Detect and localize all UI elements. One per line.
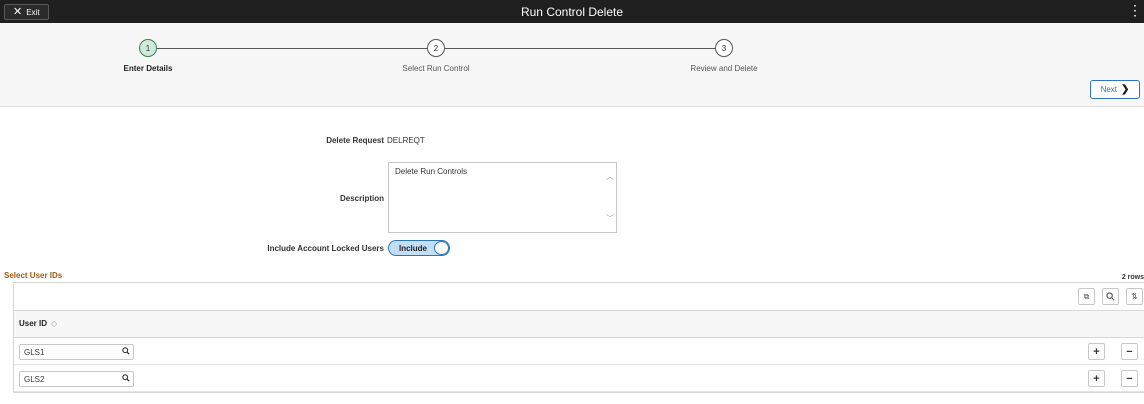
sort-indicator-icon: ◇ — [51, 319, 58, 328]
step-train: 1 Enter Details 2 Select Run Control 3 R… — [0, 23, 1144, 107]
delete-request-value: DELREQT — [387, 136, 425, 145]
page-title: Run Control Delete — [520, 5, 624, 19]
chevron-right-icon: ❯ — [1121, 84, 1130, 95]
chevron-down-icon[interactable]: ﹀ — [606, 213, 614, 224]
step-3-circle[interactable]: 3 — [715, 39, 733, 57]
description-text: Delete Run Controls — [395, 167, 468, 176]
step-1-circle[interactable]: 1 — [139, 39, 157, 57]
search-icon[interactable] — [1102, 288, 1119, 305]
step-connector — [445, 48, 715, 49]
user-id-input[interactable]: GLS1 — [19, 344, 134, 360]
step-2-circle[interactable]: 2 — [427, 39, 445, 57]
section-title: Select User IDs — [4, 271, 63, 280]
grid-header: User ID ◇ — [14, 311, 1144, 338]
row-count: 2 rows — [1121, 274, 1144, 281]
step-3-label[interactable]: Review and Delete — [644, 64, 804, 73]
add-row-button[interactable]: + — [1088, 370, 1105, 387]
step-connector — [157, 48, 427, 49]
include-locked-users-toggle[interactable]: Include — [388, 240, 450, 256]
description-textarea[interactable]: Delete Run Controls ︿ ﹀ — [388, 162, 617, 233]
user-id-value: GLS1 — [24, 348, 45, 357]
delete-request-label: Delete Request — [326, 136, 384, 145]
lookup-icon[interactable] — [122, 347, 130, 357]
user-ids-grid: ⧉ ⇅ User ID ◇ GLS1 + − GLS2 + − — [13, 282, 1144, 393]
delete-row-button[interactable]: − — [1121, 370, 1138, 387]
step-1-label[interactable]: Enter Details — [68, 64, 228, 73]
toggle-knob — [434, 241, 449, 255]
toggle-label: Include — [399, 244, 428, 253]
lookup-icon[interactable] — [122, 374, 130, 384]
column-header-label: User ID — [19, 319, 48, 328]
step-2-label[interactable]: Select Run Control — [356, 64, 516, 73]
delete-row-button[interactable]: − — [1121, 343, 1138, 360]
grid-toolbar: ⧉ ⇅ — [14, 283, 1144, 311]
description-label: Description — [339, 194, 384, 203]
more-options-icon[interactable]: ⋮ — [1128, 3, 1142, 17]
table-row: GLS2 + − — [14, 365, 1144, 392]
chevron-up-icon[interactable]: ︿ — [606, 171, 614, 182]
user-id-input[interactable]: GLS2 — [19, 371, 134, 387]
top-bar: ✕ Exit Run Control Delete ⋮ — [0, 0, 1144, 23]
personalize-icon[interactable]: ⧉ — [1078, 288, 1095, 305]
next-button[interactable]: Next ❯ — [1090, 80, 1140, 99]
sort-icon[interactable]: ⇅ — [1126, 288, 1143, 305]
column-header-user-id[interactable]: User ID ◇ — [19, 319, 57, 328]
add-row-button[interactable]: + — [1088, 343, 1105, 360]
locked-users-label: Include Account Locked Users — [267, 244, 384, 253]
table-row: GLS1 + − — [14, 338, 1144, 365]
user-id-value: GLS2 — [24, 375, 45, 384]
textarea-scrollbar[interactable]: ︿ ﹀ — [606, 167, 614, 228]
next-label: Next — [1100, 85, 1118, 94]
